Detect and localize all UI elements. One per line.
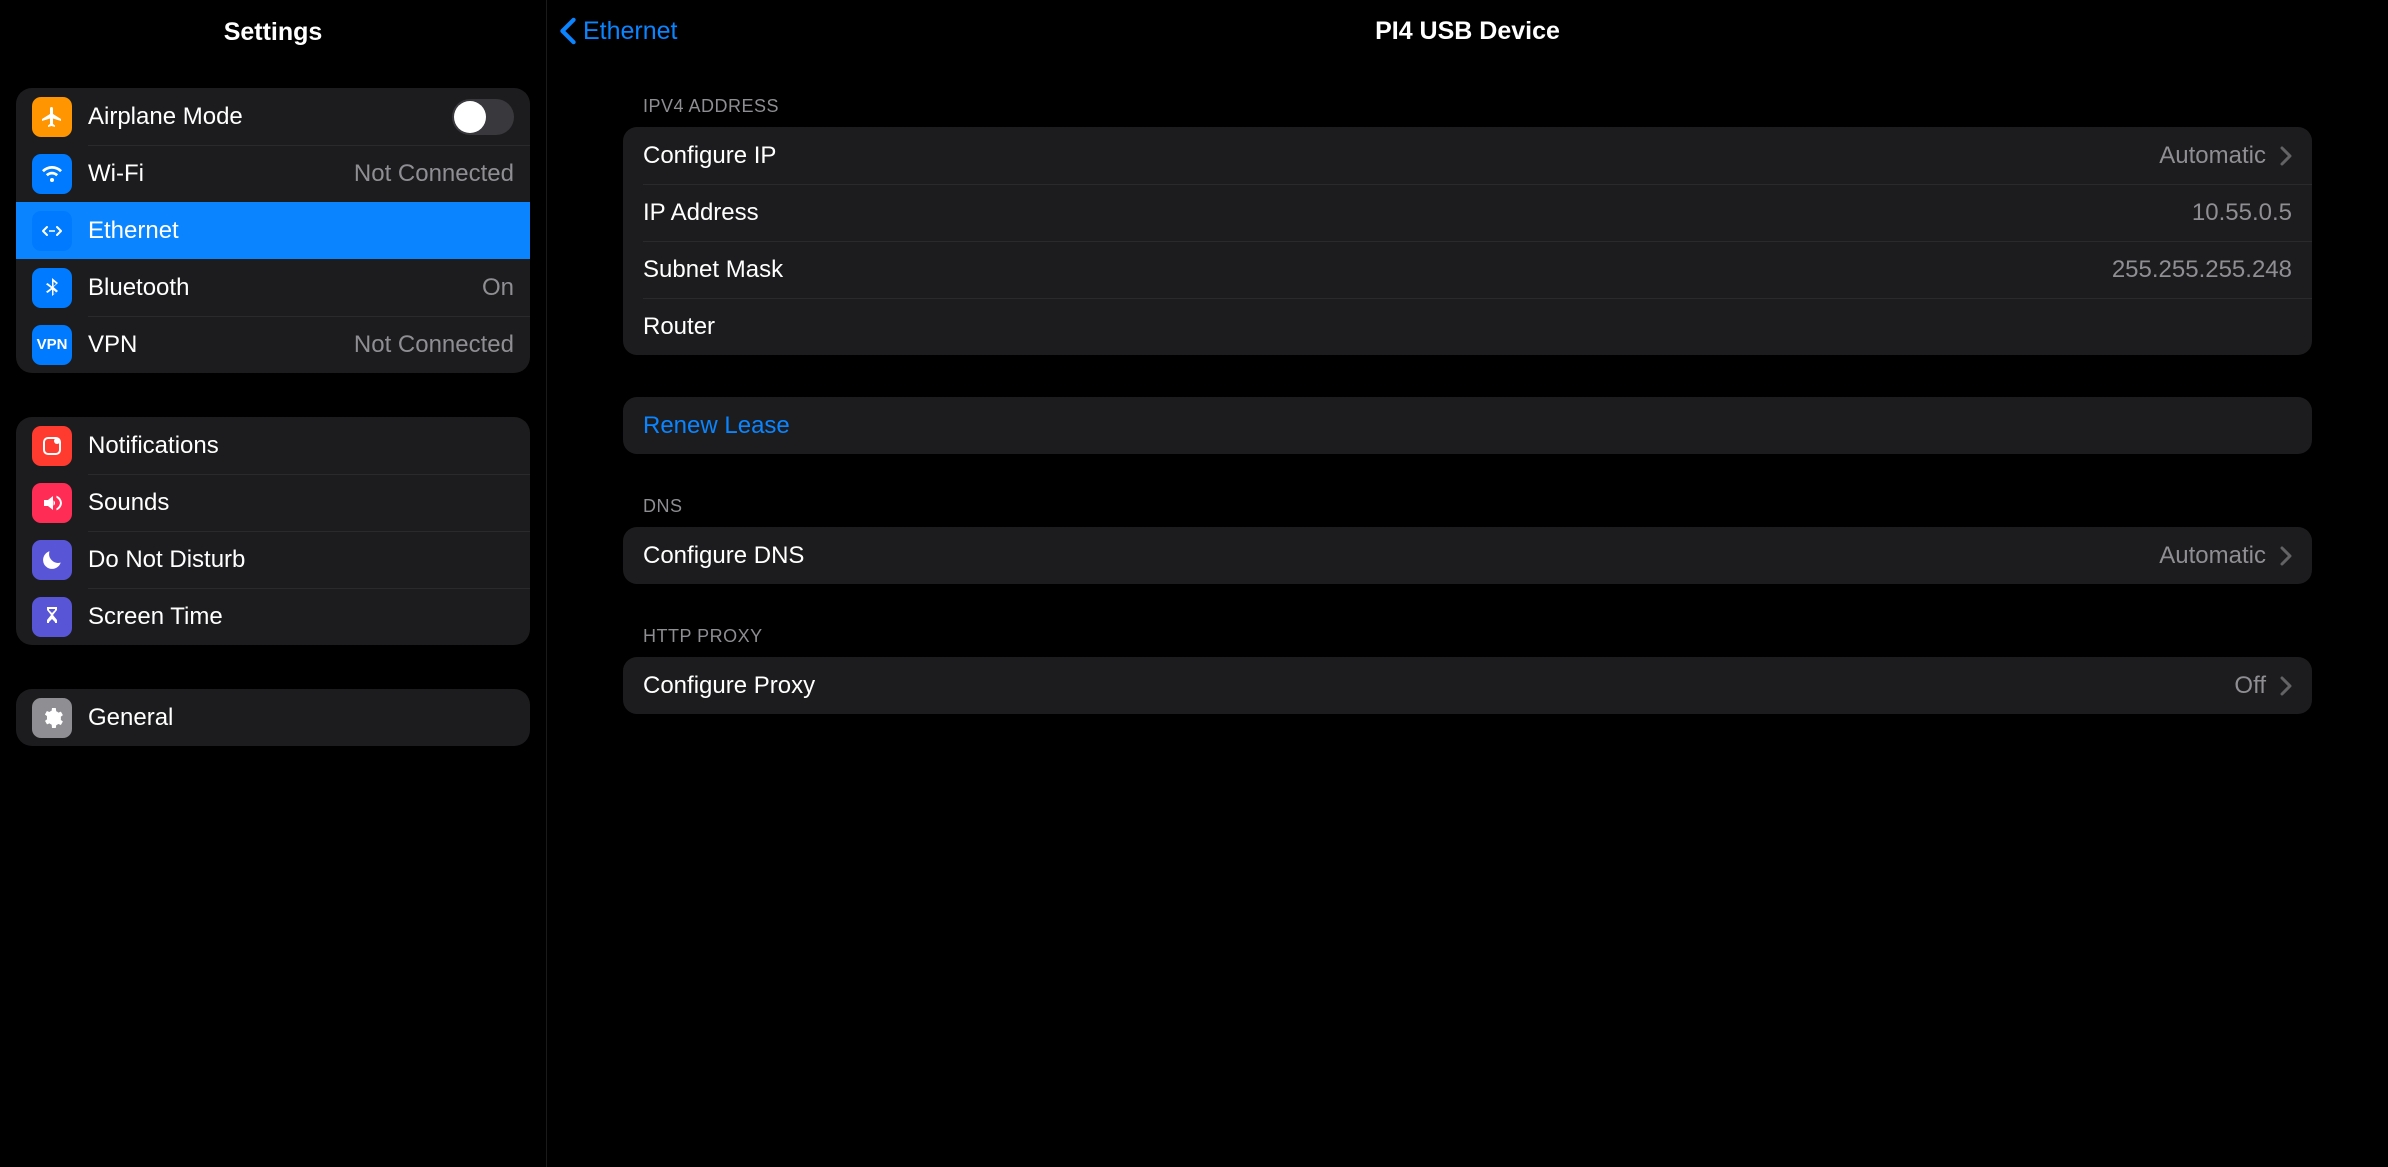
sidebar-item-wifi[interactable]: Wi-Fi Not Connected: [16, 145, 530, 202]
airplane-toggle[interactable]: [452, 99, 514, 135]
sidebar-item-label: Sounds: [88, 489, 514, 517]
row-value: Automatic: [2159, 542, 2266, 570]
sidebar-item-airplane-mode[interactable]: Airplane Mode: [16, 88, 530, 145]
sidebar-title-bar: Settings: [0, 0, 546, 64]
chevron-left-icon: [559, 17, 577, 45]
sidebar-item-vpn[interactable]: VPN VPN Not Connected: [16, 316, 530, 373]
ethernet-icon: [32, 211, 72, 251]
bluetooth-icon: [32, 268, 72, 308]
sidebar-item-label: Bluetooth: [88, 274, 482, 302]
gear-icon: [32, 698, 72, 738]
row-renew-lease[interactable]: Renew Lease: [623, 397, 2312, 454]
row-label: Configure Proxy: [643, 672, 2234, 700]
sidebar-scroll[interactable]: Airplane Mode Wi-Fi Not Connected: [0, 64, 546, 1167]
chevron-right-icon: [2280, 146, 2292, 166]
sidebar-item-do-not-disturb[interactable]: Do Not Disturb: [16, 531, 530, 588]
group-renew-lease: Renew Lease: [623, 397, 2312, 454]
sidebar-title: Settings: [224, 18, 323, 47]
detail-pane: Ethernet PI4 USB Device IPV4 ADDRESS Con…: [546, 0, 2388, 1167]
group-dns: Configure DNS Automatic: [623, 527, 2312, 584]
back-button[interactable]: Ethernet: [547, 17, 678, 46]
row-label: Router: [643, 313, 2292, 341]
wifi-icon: [32, 154, 72, 194]
sidebar-item-label: VPN: [88, 331, 354, 359]
row-value: 10.55.0.5: [2192, 199, 2292, 227]
group-ipv4: Configure IP Automatic IP Address 10.55.…: [623, 127, 2312, 355]
section-header-proxy: HTTP PROXY: [623, 626, 2312, 657]
row-label: Configure IP: [643, 142, 2159, 170]
sidebar-item-label: Screen Time: [88, 603, 514, 631]
sounds-icon: [32, 483, 72, 523]
row-value: Automatic: [2159, 142, 2266, 170]
row-value: 255.255.255.248: [2112, 256, 2292, 284]
sidebar-item-label: Notifications: [88, 432, 514, 460]
vpn-icon: VPN: [32, 325, 72, 365]
sidebar-item-status: Not Connected: [354, 331, 514, 359]
sidebar-group-personal: Notifications Sounds Do Not Disturb Scre…: [16, 417, 530, 645]
group-proxy: Configure Proxy Off: [623, 657, 2312, 714]
vpn-badge-text: VPN: [37, 336, 68, 353]
hourglass-icon: [32, 597, 72, 637]
sidebar-item-general[interactable]: General: [16, 689, 530, 746]
sidebar-item-ethernet[interactable]: Ethernet: [16, 202, 530, 259]
sidebar-item-label: Do Not Disturb: [88, 546, 514, 574]
sidebar-group-network: Airplane Mode Wi-Fi Not Connected: [16, 88, 530, 373]
airplane-icon: [32, 97, 72, 137]
row-configure-ip[interactable]: Configure IP Automatic: [623, 127, 2312, 184]
detail-scroll[interactable]: IPV4 ADDRESS Configure IP Automatic IP A…: [547, 62, 2388, 1167]
chevron-right-icon: [2280, 676, 2292, 696]
sidebar-item-screen-time[interactable]: Screen Time: [16, 588, 530, 645]
toggle-knob: [454, 101, 486, 133]
row-value: Off: [2234, 672, 2266, 700]
sidebar-item-label: Wi-Fi: [88, 160, 354, 188]
row-router: Router: [623, 298, 2312, 355]
chevron-right-icon: [2280, 546, 2292, 566]
sidebar: Settings Airplane Mode Wi-Fi Not Connect…: [0, 0, 546, 1167]
section-header-dns: DNS: [623, 496, 2312, 527]
sidebar-item-sounds[interactable]: Sounds: [16, 474, 530, 531]
detail-title: PI4 USB Device: [547, 17, 2388, 46]
sidebar-item-label: Airplane Mode: [88, 103, 452, 131]
row-label: Configure DNS: [643, 542, 2159, 570]
notifications-icon: [32, 426, 72, 466]
row-ip-address: IP Address 10.55.0.5: [623, 184, 2312, 241]
row-label: Subnet Mask: [643, 256, 2112, 284]
sidebar-item-label: General: [88, 704, 514, 732]
section-header-ipv4: IPV4 ADDRESS: [623, 96, 2312, 127]
row-label: IP Address: [643, 199, 2192, 227]
renew-lease-button[interactable]: Renew Lease: [643, 412, 2292, 440]
moon-icon: [32, 540, 72, 580]
row-configure-proxy[interactable]: Configure Proxy Off: [623, 657, 2312, 714]
sidebar-group-system: General: [16, 689, 530, 746]
row-subnet-mask: Subnet Mask 255.255.255.248: [623, 241, 2312, 298]
sidebar-item-status: On: [482, 274, 514, 302]
back-label: Ethernet: [583, 17, 678, 46]
sidebar-item-notifications[interactable]: Notifications: [16, 417, 530, 474]
row-configure-dns[interactable]: Configure DNS Automatic: [623, 527, 2312, 584]
detail-header: Ethernet PI4 USB Device: [547, 0, 2388, 62]
sidebar-item-status: Not Connected: [354, 160, 514, 188]
sidebar-item-bluetooth[interactable]: Bluetooth On: [16, 259, 530, 316]
sidebar-item-label: Ethernet: [88, 217, 514, 245]
